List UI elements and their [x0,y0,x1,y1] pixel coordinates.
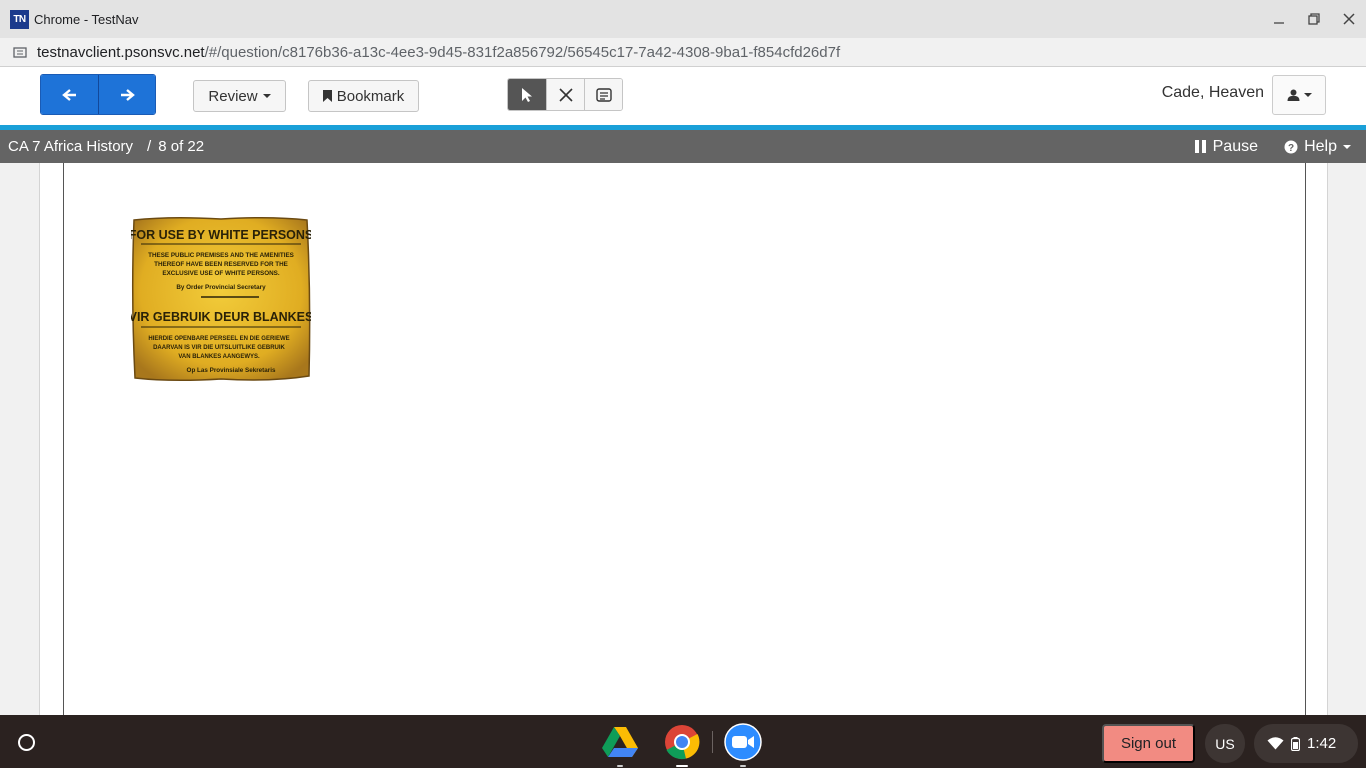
pointer-icon [522,87,532,102]
google-drive-icon [602,727,638,757]
navigation-buttons [40,74,156,115]
eliminator-icon [558,87,573,102]
chrome-app[interactable] [663,723,701,767]
clock: 1:42 [1307,735,1337,752]
pause-icon [1194,140,1206,153]
sign-out-button[interactable]: Sign out [1102,724,1195,763]
active-indicator [676,765,688,767]
launcher-icon [18,734,35,751]
help-label: Help [1304,137,1337,155]
question-progress: 8 of 22 [158,138,205,155]
pointer-tool[interactable] [508,79,546,110]
review-label: Review [208,87,258,105]
restore-icon[interactable] [1296,0,1331,38]
window-title-bar: TN Chrome - TestNav [0,0,1366,38]
bookmark-label: Bookmark [336,87,405,105]
apartheid-sign-image: FOR USE BY WHITE PERSONS THESE PUBLIC PR… [129,216,313,382]
bookmark-icon [322,90,332,102]
shelf-divider [712,731,713,753]
zoom-app[interactable] [724,723,762,767]
pause-label: Pause [1212,137,1258,155]
sign-line-9: VAN BLANKES AANGEWYS. [178,354,260,360]
running-indicator [740,765,746,767]
passage-panel[interactable]: FOR USE BY WHITE PERSONS THESE PUBLIC PR… [63,163,1306,715]
question-page: FOR USE BY WHITE PERSONS THESE PUBLIC PR… [39,163,1328,715]
pause-button[interactable]: Pause [1194,130,1258,163]
testnav-logo-icon: TN [10,9,29,29]
input-method-button[interactable]: US [1205,724,1245,763]
caret-down-icon [1343,144,1351,149]
url-path: /#/question/c8176b36-a13c-4ee3-9d45-831f… [204,43,841,61]
test-info-bar: CA 7 Africa History / 8 of 22 Pause ? He… [0,130,1366,163]
chrome-icon [665,725,700,760]
sign-line-2: THESE PUBLIC PREMISES AND THE AMENITIES [148,252,294,259]
sign-line-5: By Order Provincial Secretary [176,284,266,291]
site-info-icon[interactable] [12,44,28,60]
arrow-left-icon [61,88,76,101]
sign-line-1: FOR USE BY WHITE PERSONS [131,228,311,242]
sign-line-8: DAARVAN IS VIR DIE UITSLUITLIKE GEBRUIK [153,345,285,351]
review-button[interactable]: Review [193,80,286,112]
next-button[interactable] [98,75,155,114]
zoom-icon [724,723,762,761]
user-name: Cade, Heaven [1161,84,1264,101]
previous-button[interactable] [41,75,98,114]
caret-down-icon [1303,93,1312,97]
question-area: FOR USE BY WHITE PERSONS THESE PUBLIC PR… [0,163,1366,715]
sign-line-6: VIR GEBRUIK DEUR BLANKES [131,310,311,324]
launcher-button[interactable] [8,724,45,761]
address-bar[interactable]: testnavclient.psonsvc.net/#/question/c81… [0,38,1366,67]
sign-line-4: EXCLUSIVE USE OF WHITE PERSONS. [162,270,279,277]
google-drive-app[interactable] [601,723,639,767]
window-title: Chrome - TestNav [34,11,139,27]
sign-line-3: THEREOF HAVE BEEN RESERVED FOR THE [154,261,288,268]
bookmark-button[interactable]: Bookmark [308,80,419,112]
battery-icon [1291,736,1300,751]
test-name: CA 7 Africa History [8,138,134,155]
notepad-tool[interactable] [584,79,622,110]
sign-line-7: HIERDIE OPENBARE PERSEEL EN DIE GERIEWE [148,336,289,342]
status-tray[interactable]: 1:42 [1254,724,1358,763]
testnav-toolbar: Review Bookmark Cade, Heaven [0,67,1366,125]
help-button[interactable]: ? Help [1284,130,1351,163]
wifi-icon [1267,737,1284,750]
sign-line-10: Op Las Provinsiale Sekretaris [187,367,276,374]
user-menu-button[interactable] [1272,75,1326,115]
arrow-right-icon [121,88,135,101]
tool-selector [507,78,623,111]
progress-separator: / [147,138,152,155]
running-indicator [617,765,623,767]
user-icon [1287,89,1299,101]
close-icon[interactable] [1331,0,1366,38]
help-icon: ? [1284,140,1298,154]
system-shelf: Sign out US 1:42 [0,715,1366,768]
minimize-icon[interactable] [1261,0,1296,38]
caret-down-icon [262,94,271,98]
svg-text:?: ? [1288,143,1294,154]
window-controls [1261,0,1366,38]
answer-eliminator-tool[interactable] [546,79,584,110]
notepad-icon [595,87,612,102]
url-text[interactable]: testnavclient.psonsvc.net/#/question/c81… [37,44,840,61]
url-host: testnavclient.psonsvc.net [37,43,205,61]
